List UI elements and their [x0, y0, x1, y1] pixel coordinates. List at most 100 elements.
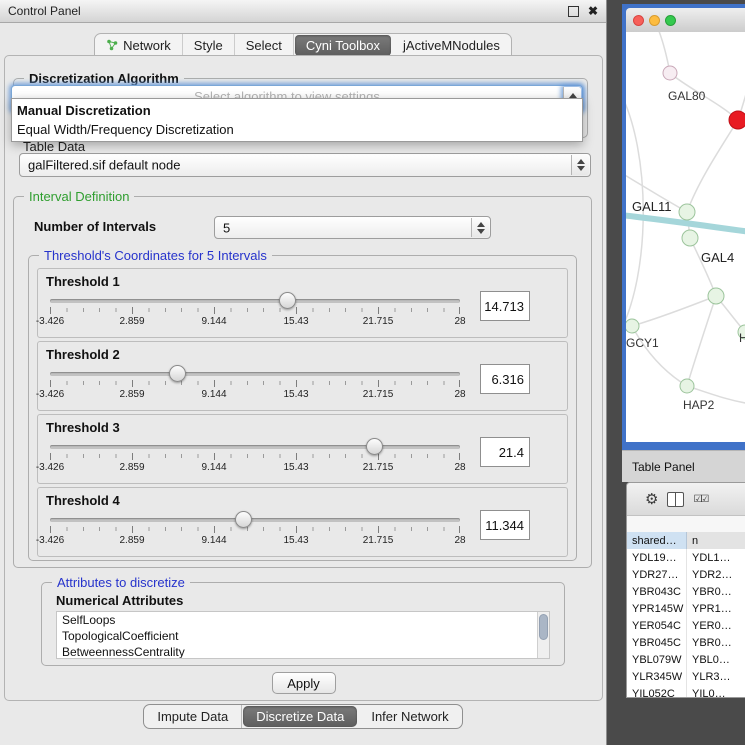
threshold-3-value-field[interactable]: 21.4: [480, 437, 530, 467]
numerical-attributes-list[interactable]: SelfLoops TopologicalCoefficient Between…: [56, 611, 550, 659]
column-header-name[interactable]: n: [687, 532, 745, 549]
window-title: Control Panel: [8, 4, 81, 18]
float-window-icon[interactable]: [568, 6, 579, 17]
algorithm-popup-list: Manual Discretization Equal Width/Freque…: [11, 98, 583, 142]
control-panel-titlebar: Control Panel ✖: [0, 0, 606, 23]
table-cell[interactable]: YER054C: [627, 617, 687, 634]
tab-cyni-toolbox[interactable]: Cyni Toolbox: [295, 35, 391, 56]
tick-label: 28: [454, 389, 465, 400]
list-item[interactable]: SelfLoops: [57, 612, 549, 628]
table-cell[interactable]: YLR345W: [627, 668, 687, 685]
minimize-traffic-light[interactable]: [649, 15, 660, 26]
table-cell[interactable]: YBR0…: [687, 583, 745, 600]
popup-option-manual[interactable]: Manual Discretization: [12, 101, 582, 120]
threshold-1-value-field[interactable]: 14.713: [480, 291, 530, 321]
tick-label: 2.859: [119, 535, 144, 546]
gear-icon[interactable]: ⚙: [645, 492, 658, 507]
table-cell[interactable]: YER0…: [687, 617, 745, 634]
table-cell[interactable]: YBL0…: [687, 651, 745, 668]
network-node-selected[interactable]: [729, 111, 745, 129]
select-columns-icon[interactable]: ☑☑: [693, 494, 707, 505]
scrollbar-thumb[interactable]: [539, 614, 548, 640]
table-row[interactable]: YDL19… YDL1…: [627, 549, 745, 566]
tab-style[interactable]: Style: [183, 34, 235, 56]
number-of-intervals-combo[interactable]: 5: [214, 216, 491, 239]
table-cell[interactable]: YDL19…: [627, 549, 687, 566]
slider-thumb[interactable]: [279, 292, 296, 309]
scrollbar[interactable]: [537, 612, 549, 658]
threshold-1-slider[interactable]: -3.426 2.859 9.144 15.43 21.715 28: [50, 291, 460, 331]
table-row[interactable]: YLR345W YLR3…: [627, 668, 745, 685]
slider-thumb[interactable]: [366, 438, 383, 455]
popup-option-equal-width[interactable]: Equal Width/Frequency Discretization: [12, 120, 582, 139]
tab-label: Discretize Data: [256, 709, 344, 724]
slider-track[interactable]: [50, 445, 460, 449]
tab-network[interactable]: Network: [95, 34, 183, 56]
table-data-combo[interactable]: galFiltered.sif default node: [19, 153, 591, 177]
thresholds-group: Threshold's Coordinates for 5 Intervals …: [28, 255, 577, 561]
threshold-4-slider[interactable]: -3.426 2.859 9.144 15.43 21.715 28: [50, 510, 460, 550]
table-row[interactable]: YBR045C YBR0…: [627, 634, 745, 651]
table-cell[interactable]: YBR045C: [627, 634, 687, 651]
zoom-traffic-light[interactable]: [665, 15, 676, 26]
close-traffic-light[interactable]: [633, 15, 644, 26]
group-title: Interval Definition: [24, 189, 134, 204]
apply-button[interactable]: Apply: [272, 672, 336, 694]
tab-infer-network[interactable]: Infer Network: [358, 705, 461, 728]
network-canvas[interactable]: GAL80 GAL11 GAL4 GCY1 HAP2 H: [626, 32, 745, 442]
bottom-tabbar: Impute Data Discretize Data Infer Networ…: [0, 704, 606, 729]
network-node[interactable]: [680, 379, 694, 393]
tab-jactivemnodules[interactable]: jActiveMNodules: [392, 34, 511, 56]
network-node[interactable]: [679, 204, 695, 220]
table-row[interactable]: YER054C YER0…: [627, 617, 745, 634]
slider-track[interactable]: [50, 299, 460, 303]
combo-stepper-icon[interactable]: [471, 218, 489, 237]
threshold-4-value-field[interactable]: 11.344: [480, 510, 530, 540]
table-panel-strip: Table Panel: [622, 450, 745, 482]
threshold-label: Threshold 4: [46, 493, 567, 508]
combo-stepper-icon[interactable]: [571, 155, 589, 175]
network-node[interactable]: [708, 288, 724, 304]
table-cell[interactable]: YPR1…: [687, 600, 745, 617]
close-icon[interactable]: ✖: [588, 5, 598, 17]
table-cell[interactable]: YDL1…: [687, 549, 745, 566]
list-item[interactable]: BetweennessCentrality: [57, 644, 549, 659]
tick-label: 9.144: [201, 389, 226, 400]
table-row[interactable]: YBR043C YBR0…: [627, 583, 745, 600]
network-node[interactable]: [663, 66, 677, 80]
table-row[interactable]: YPR145W YPR1…: [627, 600, 745, 617]
column-header-shared-name[interactable]: shared…: [627, 532, 687, 549]
table-cell[interactable]: YIL052C: [627, 685, 687, 697]
tick-label: -3.426: [36, 389, 64, 400]
table-cell[interactable]: YBL079W: [627, 651, 687, 668]
table-cell[interactable]: YIL0…: [687, 685, 745, 697]
table-cell[interactable]: YBR043C: [627, 583, 687, 600]
tab-discretize-data[interactable]: Discretize Data: [243, 706, 357, 727]
slider-thumb[interactable]: [235, 511, 252, 528]
number-of-intervals-value: 5: [223, 220, 230, 235]
table-cell[interactable]: YDR27…: [627, 566, 687, 583]
table-cell[interactable]: YBR0…: [687, 634, 745, 651]
columns-icon[interactable]: [667, 492, 684, 507]
table-cell[interactable]: YDR2…: [687, 566, 745, 583]
table-row[interactable]: YDR27… YDR2…: [627, 566, 745, 583]
slider-thumb[interactable]: [169, 365, 186, 382]
threshold-2-slider[interactable]: -3.426 2.859 9.144 15.43 21.715 28: [50, 364, 460, 404]
table-row[interactable]: YBL079W YBL0…: [627, 651, 745, 668]
slider-track[interactable]: [50, 372, 460, 376]
table-row[interactable]: YIL052C YIL0…: [627, 685, 745, 697]
tab-select[interactable]: Select: [235, 34, 294, 56]
network-view-window: GAL80 GAL11 GAL4 GCY1 HAP2 H: [622, 4, 745, 450]
slider-track[interactable]: [50, 518, 460, 522]
tick-label: 28: [454, 316, 465, 327]
network-node[interactable]: [626, 319, 639, 333]
tab-impute-data[interactable]: Impute Data: [144, 705, 242, 728]
list-item[interactable]: TopologicalCoefficient: [57, 628, 549, 644]
threshold-3-slider[interactable]: -3.426 2.859 9.144 15.43 21.715 28: [50, 437, 460, 477]
network-node[interactable]: [682, 230, 698, 246]
table-cell[interactable]: YLR3…: [687, 668, 745, 685]
table-cell[interactable]: YPR145W: [627, 600, 687, 617]
threshold-2-value-field[interactable]: 6.316: [480, 364, 530, 394]
node-label: GAL80: [668, 89, 706, 103]
threshold-2-box: Threshold 2 -3.426 2.859 9.144 15.43: [37, 341, 568, 411]
